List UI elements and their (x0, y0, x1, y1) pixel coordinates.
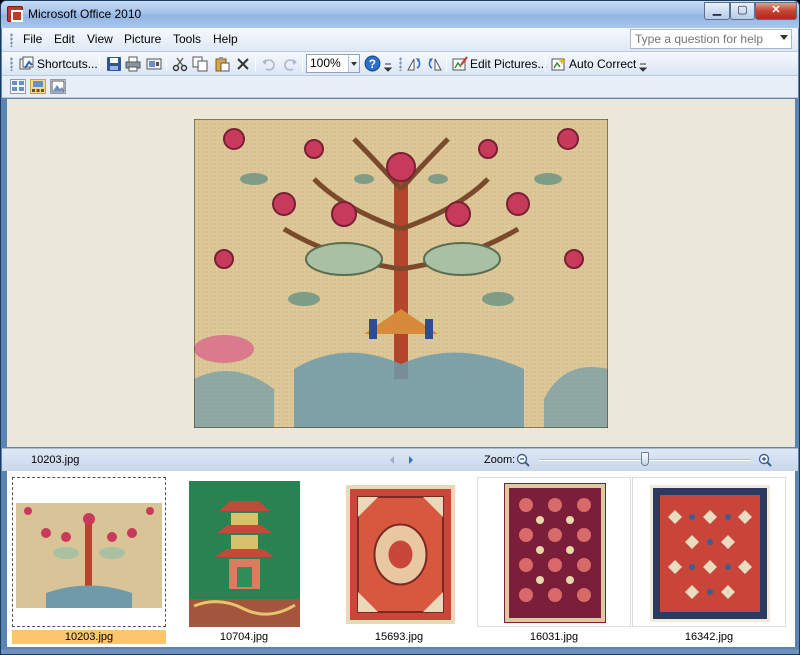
paste-icon[interactable] (214, 56, 230, 72)
single-picture-view-icon (51, 80, 65, 93)
svg-text:?: ? (369, 58, 376, 71)
toolbar-options-icon[interactable] (639, 62, 647, 72)
app-window: Microsoft Office 2010 ▁ ▢ ✕ File Edit Vi… (0, 0, 800, 655)
help-search-box[interactable] (630, 29, 792, 49)
chevron-down-icon[interactable] (348, 55, 359, 72)
toolbar-separator (99, 56, 100, 72)
menu-file[interactable]: File (23, 32, 42, 46)
thumbnail-image (504, 483, 606, 623)
menu-view[interactable]: View (87, 32, 113, 46)
title-bar[interactable]: Microsoft Office 2010 ▁ ▢ ✕ (1, 1, 799, 28)
window-bottom-border (1, 649, 799, 654)
thumbnail-caption: 10704.jpg (219, 631, 269, 643)
thumbnail-frame (322, 477, 476, 627)
window-title: Microsoft Office 2010 (28, 7, 142, 21)
filmstrip-view-icon (32, 81, 44, 92)
redo-icon[interactable] (282, 56, 298, 72)
view-mode-bar (2, 76, 798, 98)
previous-picture-icon[interactable] (388, 455, 396, 465)
zoom-combo-value: 100% (310, 56, 341, 70)
main-picture (194, 119, 608, 428)
shortcuts-button[interactable]: Shortcuts... (37, 55, 98, 73)
menu-picture[interactable]: Picture (124, 32, 161, 46)
thumbnail-view-icon (12, 81, 24, 91)
toolbar-separator (446, 56, 447, 72)
single-picture-view-button[interactable] (50, 79, 66, 94)
toolbar-separator (545, 56, 546, 72)
filmstrip-view-button[interactable] (30, 79, 46, 94)
picture-viewer-pane (7, 99, 795, 447)
cut-icon[interactable] (172, 56, 188, 72)
thumbnail-item[interactable]: 16031.jpg (477, 477, 631, 644)
thumbnail-item[interactable]: 15693.jpg (322, 477, 476, 644)
toolbar-grip-handle[interactable] (10, 57, 13, 71)
toolbar-options-icon[interactable] (384, 62, 392, 72)
rotate-right-icon[interactable] (427, 56, 443, 72)
auto-correct-icon (551, 57, 566, 71)
edit-pictures-icon (452, 56, 468, 71)
undo-icon[interactable] (261, 56, 277, 72)
menu-edit[interactable]: Edit (54, 32, 75, 46)
edit-pictures-button[interactable]: Edit Pictures... (470, 55, 547, 73)
thumbnail-item[interactable]: 16342.jpg (632, 477, 786, 644)
standard-toolbar: Shortcuts... 100% ? Edit Pictures... Aut… (2, 52, 798, 76)
thumbnail-image (16, 503, 162, 608)
auto-correct-button[interactable]: Auto Correct (569, 55, 636, 73)
toolbar-separator (255, 56, 256, 72)
thumbnail-view-button[interactable] (10, 79, 26, 94)
close-button[interactable]: ✕ (755, 2, 797, 20)
thumbnail-frame (167, 477, 321, 627)
zoom-out-icon[interactable] (516, 453, 530, 467)
toolbar-separator (302, 56, 303, 72)
next-picture-icon[interactable] (407, 455, 415, 465)
thumbnail-image (189, 481, 300, 627)
delete-icon[interactable] (235, 56, 251, 72)
menu-help[interactable]: Help (213, 32, 238, 46)
send-to-icon[interactable] (146, 56, 162, 72)
thumbnail-caption: 10203.jpg (12, 630, 166, 644)
picture-manager-app-icon[interactable] (7, 6, 23, 22)
zoom-slider-thumb[interactable] (641, 452, 649, 466)
help-icon[interactable]: ? (364, 55, 381, 72)
minimize-button[interactable]: ▁ (704, 2, 730, 20)
thumbnail-frame (477, 477, 631, 627)
thumbnail-frame (632, 477, 786, 627)
maximize-button[interactable]: ▢ (730, 2, 755, 20)
thumbnail-caption: 16342.jpg (684, 631, 734, 643)
zoom-label: Zoom: (484, 454, 516, 466)
thumbnail-item[interactable]: 10203.jpg (12, 477, 166, 644)
print-icon[interactable] (125, 56, 141, 72)
zoom-combo-box[interactable]: 100% (306, 54, 360, 73)
rotate-left-icon[interactable] (406, 56, 422, 72)
shortcuts-icon (19, 56, 34, 70)
thumbnail-frame (12, 477, 166, 627)
thumbnail-image (346, 485, 455, 624)
thumbnail-item[interactable]: 10704.jpg (167, 477, 321, 644)
thumbnail-caption: 16031.jpg (529, 631, 579, 643)
menu-tools[interactable]: Tools (173, 32, 201, 46)
menu-grip-handle[interactable] (10, 33, 13, 47)
save-icon[interactable] (106, 56, 122, 72)
toolbar-grip-handle[interactable] (399, 57, 402, 71)
copy-icon[interactable] (192, 56, 208, 72)
filmstrip-thumbnails: 10203.jpg 10704.jpg 15693.jpg 16031.jpg … (7, 471, 795, 647)
current-file-name: 10203.jpg (31, 454, 80, 466)
zoom-in-icon[interactable] (758, 453, 772, 467)
chevron-down-icon[interactable] (780, 35, 788, 40)
thumbnail-image (650, 485, 770, 622)
thumbnail-caption: 15693.jpg (374, 631, 424, 643)
filmstrip-status-bar: 10203.jpg Zoom: (2, 448, 798, 471)
help-search-input[interactable] (631, 30, 775, 48)
toolbar-separator (166, 56, 167, 72)
